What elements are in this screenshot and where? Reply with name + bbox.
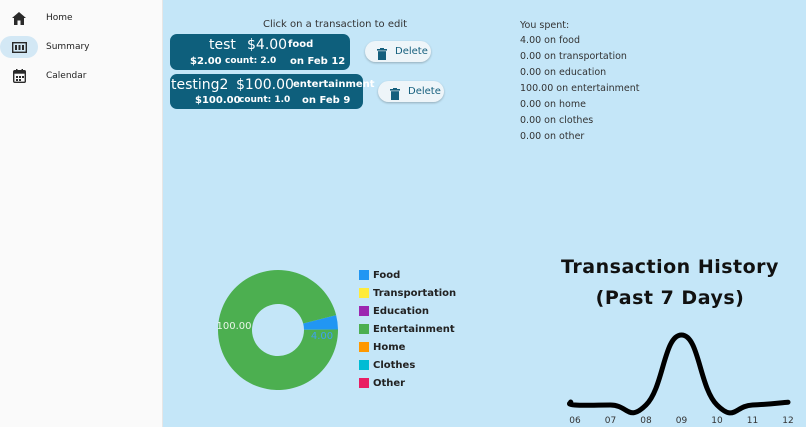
x-tick-label: 06 [569,416,581,425]
home-icon [0,7,38,29]
x-tick-label: 12 [782,416,793,425]
legend-item-other: Other [359,377,405,389]
spent-line: 0.00 on other [520,131,585,142]
legend-swatch [359,360,369,370]
legend-label: Clothes [373,359,416,371]
legend-label: Home [373,341,406,353]
spent-line: 100.00 on entertainment [520,83,640,94]
transaction-unit-price: $2.00 [190,56,222,67]
legend-item-clothes: Clothes [359,359,415,371]
x-tick-label: 08 [640,416,652,425]
delete-button[interactable]: Delete [378,81,444,102]
transaction-name: test [209,37,236,53]
legend-swatch [359,306,369,316]
nav-label-home: Home [46,13,73,23]
transaction-category: entertainment [293,79,375,90]
nav-label-summary: Summary [46,42,90,52]
legend-swatch [359,270,369,280]
transaction-unit-price: $100.00 [195,95,241,106]
transaction-count: count: 1.0 [239,95,291,105]
calendar-icon [0,65,38,87]
transaction-date: on Feb 9 [302,95,351,106]
transaction-amount: $4.00 [247,37,288,53]
legend-swatch [359,288,369,298]
legend-label: Entertainment [373,323,455,335]
chart-title: Transaction History [561,256,779,278]
transaction-count: count: 2.0 [225,56,277,66]
spent-line: 4.00 on food [520,35,581,46]
x-tick-label: 07 [605,416,616,425]
edit-hint: Click on a transaction to edit [263,19,408,30]
donut-slice-label: 100.00 [217,321,252,332]
transaction-card[interactable]: test $4.00 food $2.00 count: 2.0 on Feb … [170,34,350,70]
x-tick-label: 11 [747,416,758,425]
legend-label: Education [373,305,429,317]
legend-item-home: Home [359,341,405,353]
legend-item-education: Education [359,305,429,317]
category-donut-chart: 4.00 100.00 [217,270,338,390]
spent-title: You spent: [520,20,570,31]
transaction-amount: $100.00 [236,77,294,93]
nav-item-home[interactable]: Home [0,6,163,30]
spent-line: 0.00 on home [520,99,586,110]
transaction-date: on Feb 12 [290,56,346,67]
history-line [567,332,791,416]
donut-slice-label: 4.00 [311,331,333,342]
legend-item-transportation: Transportation [359,287,456,299]
legend-label: Transportation [373,287,457,299]
summary-icon [0,36,38,58]
legend-swatch [359,342,369,352]
sidebar: Home Summary Calendar [0,0,163,427]
transaction-category: food [288,39,314,50]
legend-swatch [359,378,369,388]
x-tick-label: 09 [676,416,688,425]
delete-label: Delete [395,46,428,57]
spent-line: 0.00 on education [520,67,607,78]
x-tick-label: 10 [711,416,723,425]
chart-subtitle: (Past 7 Days) [595,287,745,309]
legend-label: Food [373,269,401,281]
legend-label: Other [373,377,406,389]
legend-item-entertainment: Entertainment [359,323,455,335]
spent-line: 0.00 on transportation [520,51,627,62]
transaction-name: testing2 [171,77,229,93]
delete-label: Delete [408,86,441,97]
delete-button[interactable]: Delete [365,41,431,62]
transaction-history-chart: 06 07 08 09 10 11 12 [567,332,794,425]
legend-item-food: Food [359,269,400,281]
trash-icon [390,85,400,104]
nav-item-calendar[interactable]: Calendar [0,64,163,88]
nav-label-calendar: Calendar [46,71,87,81]
legend-swatch [359,324,369,334]
nav-item-summary[interactable]: Summary [0,35,163,59]
spent-line: 0.00 on clothes [520,115,594,126]
transaction-card[interactable]: testing2 $100.00 entertainment $100.00 c… [170,74,375,109]
trash-icon [377,45,387,64]
